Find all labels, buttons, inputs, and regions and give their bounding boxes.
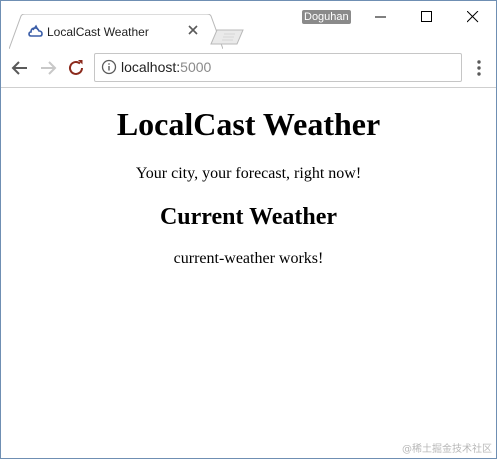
tab-title: LocalCast Weather <box>47 25 149 39</box>
page-title: LocalCast Weather <box>116 106 381 142</box>
maximize-button[interactable] <box>404 1 450 31</box>
watermark: @稀土掘金技术社区 <box>402 444 492 455</box>
maximize-icon <box>421 11 432 22</box>
forward-arrow-icon[interactable] <box>37 57 59 79</box>
kebab-menu-icon[interactable] <box>470 58 488 78</box>
tab-strip: LocalCast Weather Doguhan <box>1 1 496 49</box>
address-bar[interactable]: localhost:5000 <box>94 53 462 82</box>
url-host: localhost: <box>121 59 181 75</box>
back-arrow-icon[interactable] <box>9 57 31 79</box>
close-icon[interactable] <box>185 22 201 38</box>
section-title: Current Weather <box>159 204 338 230</box>
minimize-icon <box>375 16 386 18</box>
browser-window: LocalCast Weather Doguhan localhost:5000… <box>0 0 497 459</box>
current-weather-component: current-weather works! <box>173 250 324 267</box>
url-port: 5000 <box>180 59 212 75</box>
browser-toolbar: localhost:5000 <box>1 49 496 88</box>
url-text[interactable]: localhost:5000 <box>121 59 211 75</box>
info-icon[interactable] <box>101 59 117 75</box>
close-window-icon <box>467 11 479 23</box>
tagline: Your city, your forecast, right now! <box>135 165 362 182</box>
browser-tab[interactable]: LocalCast Weather <box>9 14 223 49</box>
close-window-button[interactable] <box>450 1 496 31</box>
profile-name[interactable]: Doguhan <box>302 10 351 24</box>
page-content: LocalCast Weather Your city, your foreca… <box>1 88 496 458</box>
weather-cloud-icon <box>28 24 43 37</box>
minimize-button[interactable] <box>358 1 404 31</box>
reload-icon[interactable] <box>65 57 87 79</box>
new-tab-button[interactable] <box>210 29 246 45</box>
